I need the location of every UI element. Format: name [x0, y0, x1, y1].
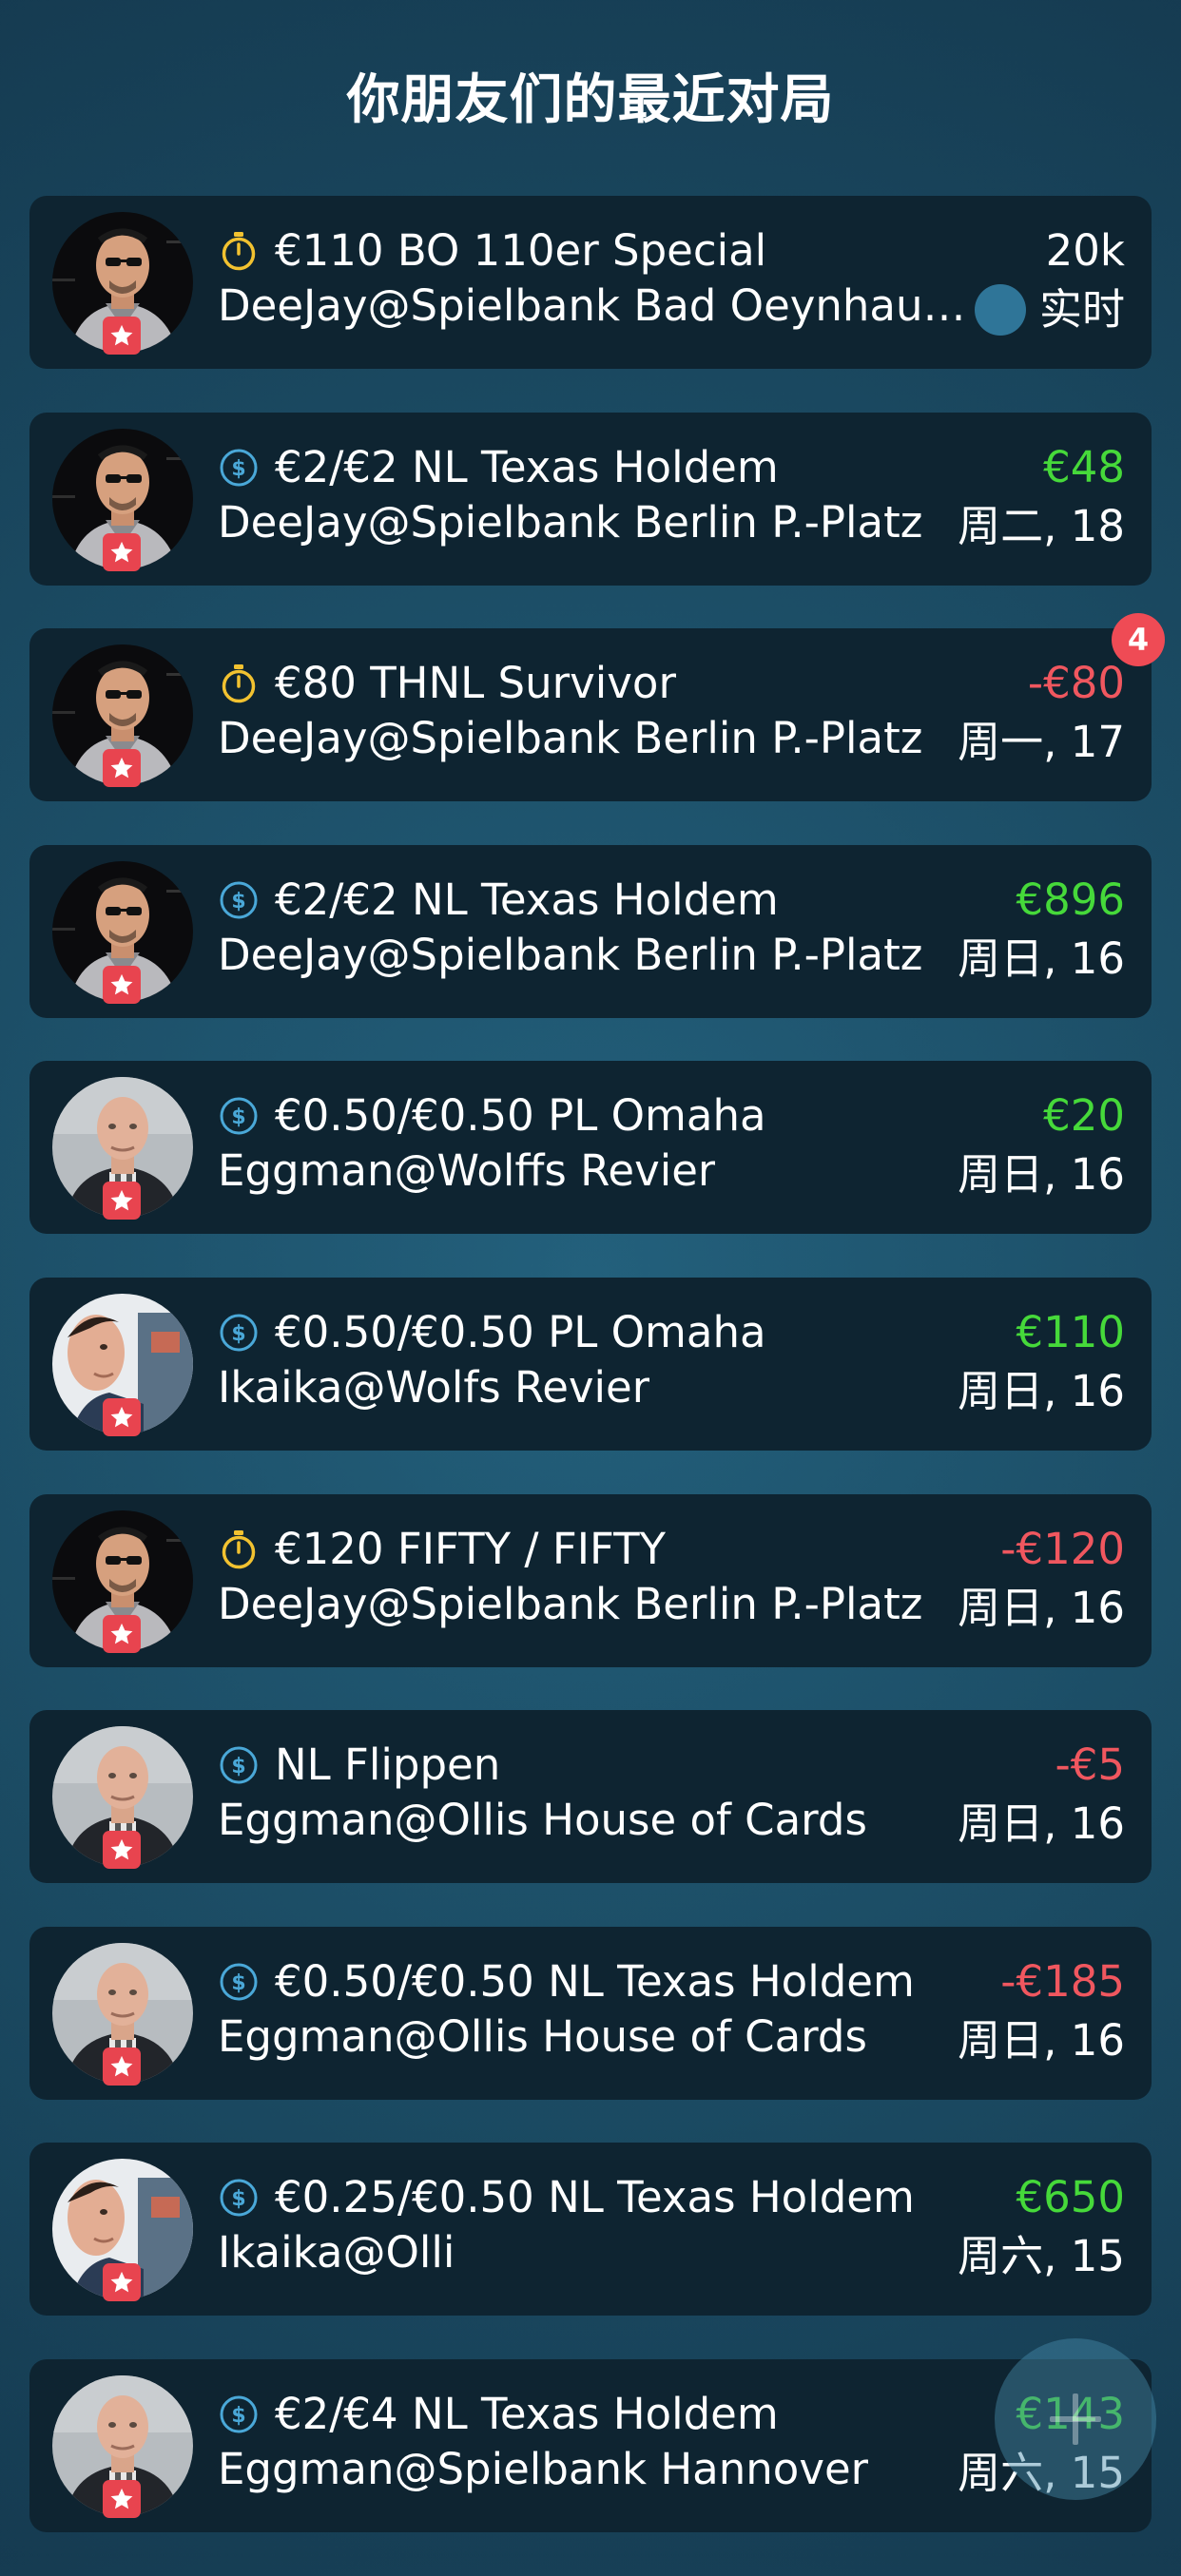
- dollar-coin-icon: $: [220, 1746, 258, 1784]
- star-icon: [103, 749, 141, 788]
- star-icon: [103, 965, 141, 1004]
- dollar-coin-icon: $: [220, 2395, 258, 2433]
- add-icon: [1050, 2393, 1101, 2445]
- game-title: €80 THNL Survivor: [275, 658, 676, 709]
- game-venue: Ikaika@Wolfs Revier: [218, 1361, 650, 1413]
- game-venue: Eggman@Wolffs Revier: [218, 1145, 716, 1197]
- game-date: 实时: [1038, 284, 1125, 335]
- svg-text:$: $: [231, 457, 245, 481]
- svg-text:$: $: [231, 1971, 245, 1995]
- game-venue: DeeJay@Spielbank Bad Oeynhausen: [218, 280, 969, 331]
- star-icon: [103, 2479, 141, 2518]
- game-venue: Eggman@Ollis House of Cards: [218, 1795, 867, 1846]
- page-title: 你朋友们的最近对局: [346, 69, 835, 131]
- stopwatch-icon: [222, 664, 256, 703]
- game-date: 周日, 16: [958, 1582, 1125, 1633]
- game-venue: Eggman@Ollis House of Cards: [218, 2010, 867, 2062]
- game-card[interactable]: $ €0.50/€0.50 NL Texas Holdem Eggman@Ollis…: [29, 1926, 1152, 2100]
- game-title: €2/€4 NL Texas Holdem: [275, 2388, 779, 2439]
- game-date: 周日, 16: [958, 1365, 1125, 1416]
- game-result-amount: €650: [1016, 2172, 1125, 2223]
- game-title: €110 BO 110er Special: [275, 225, 767, 276]
- star-icon: [103, 2047, 141, 2086]
- star-icon: [103, 532, 141, 571]
- game-date: 周日, 16: [958, 1798, 1125, 1850]
- star-icon: [103, 1831, 141, 1870]
- star-icon: [103, 317, 141, 355]
- notification-badge: 4: [1112, 613, 1165, 667]
- star-icon: [103, 1614, 141, 1653]
- svg-text:$: $: [231, 1322, 245, 1346]
- game-result-amount: -€80: [1027, 658, 1125, 709]
- dollar-coin-icon: $: [220, 2179, 258, 2217]
- add-game-button[interactable]: [995, 2338, 1156, 2500]
- game-card[interactable]: $ €2/€2 NL Texas Holdem DeeJay@Spielbank B…: [29, 844, 1152, 1018]
- dollar-coin-icon: $: [220, 1314, 258, 1352]
- game-venue: DeeJay@Spielbank Berlin P.-Platz: [218, 929, 923, 980]
- game-venue: Eggman@Spielbank Hannover: [218, 2443, 869, 2494]
- game-venue: DeeJay@Spielbank Berlin P.-Platz: [218, 1578, 923, 1629]
- game-result-amount: 20k: [1045, 225, 1125, 276]
- game-date: 周日, 16: [958, 2014, 1125, 2066]
- game-date: 周一, 17: [958, 717, 1125, 768]
- star-icon: [103, 1397, 141, 1436]
- dollar-coin-icon: $: [220, 449, 258, 487]
- svg-text:$: $: [231, 2187, 245, 2211]
- svg-text:$: $: [231, 890, 245, 913]
- game-date: 周二, 18: [958, 500, 1125, 551]
- game-card[interactable]: $ €2/€4 NL Texas Holdem Eggman@Spielbank H…: [29, 2358, 1152, 2532]
- game-result-amount: -€185: [1000, 1955, 1125, 2007]
- game-date: 周日, 16: [958, 1149, 1125, 1201]
- recent-games-list: €110 BO 110er Special DeeJay@Spielbank Ba…: [29, 196, 1165, 2576]
- game-date: 周六, 15: [958, 2231, 1125, 2282]
- game-card[interactable]: $ €0.50/€0.50 PL Omaha Eggman@Wolffs Revie…: [29, 1061, 1152, 1235]
- svg-text:$: $: [231, 2404, 245, 2428]
- game-title: €0.50/€0.50 PL Omaha: [275, 1090, 766, 1142]
- game-title: €2/€2 NL Texas Holdem: [275, 874, 779, 925]
- game-card[interactable]: $ NL Flippen Eggman@Ollis House of Cards -€…: [29, 1710, 1152, 1884]
- game-result-amount: €48: [1043, 441, 1125, 492]
- game-card[interactable]: €80 THNL Survivor DeeJay@Spielbank Berlin…: [29, 613, 1165, 802]
- game-card[interactable]: $ €0.25/€0.50 NL Texas Holdem Ikaika@Olli €…: [29, 2143, 1152, 2316]
- game-card[interactable]: €120 FIFTY / FIFTY DeeJay@Spielbank Berli…: [29, 1493, 1152, 1667]
- svg-text:$: $: [231, 1105, 245, 1129]
- game-title: €0.50/€0.50 NL Texas Holdem: [275, 1955, 915, 2007]
- game-venue: DeeJay@Spielbank Berlin P.-Platz: [218, 713, 923, 764]
- star-icon: [103, 1182, 141, 1221]
- game-result-amount: -€5: [1055, 1740, 1126, 1791]
- dollar-coin-icon: $: [220, 1097, 258, 1135]
- game-card[interactable]: €110 BO 110er Special DeeJay@Spielbank Ba…: [29, 196, 1152, 369]
- svg-text:$: $: [231, 1755, 245, 1778]
- live-dot-icon: [974, 284, 1026, 336]
- dollar-coin-icon: $: [220, 1963, 258, 2001]
- game-result-amount: €20: [1043, 1090, 1125, 1142]
- game-date: 周日, 16: [958, 932, 1125, 984]
- game-venue: Ikaika@Olli: [218, 2227, 455, 2278]
- game-title: NL Flippen: [275, 1740, 501, 1791]
- game-result-amount: -€120: [1000, 1523, 1125, 1574]
- game-result-amount: €110: [1016, 1306, 1125, 1357]
- game-result-amount: €896: [1016, 874, 1125, 925]
- live-status: 实时: [974, 283, 1125, 336]
- game-title: €0.50/€0.50 PL Omaha: [275, 1306, 766, 1357]
- stopwatch-icon: [222, 1529, 256, 1568]
- game-title: €2/€2 NL Texas Holdem: [275, 441, 779, 492]
- dollar-coin-icon: $: [220, 881, 258, 919]
- game-card[interactable]: $ €2/€2 NL Texas Holdem DeeJay@Spielbank B…: [29, 412, 1152, 586]
- game-title: €0.25/€0.50 NL Texas Holdem: [275, 2172, 915, 2223]
- stopwatch-icon: [222, 232, 256, 271]
- game-title: €120 FIFTY / FIFTY: [275, 1523, 667, 1574]
- game-card[interactable]: $ €0.50/€0.50 PL Omaha Ikaika@Wolfs Revier…: [29, 1277, 1152, 1451]
- game-venue: DeeJay@Spielbank Berlin P.-Platz: [218, 496, 923, 548]
- star-icon: [103, 2263, 141, 2302]
